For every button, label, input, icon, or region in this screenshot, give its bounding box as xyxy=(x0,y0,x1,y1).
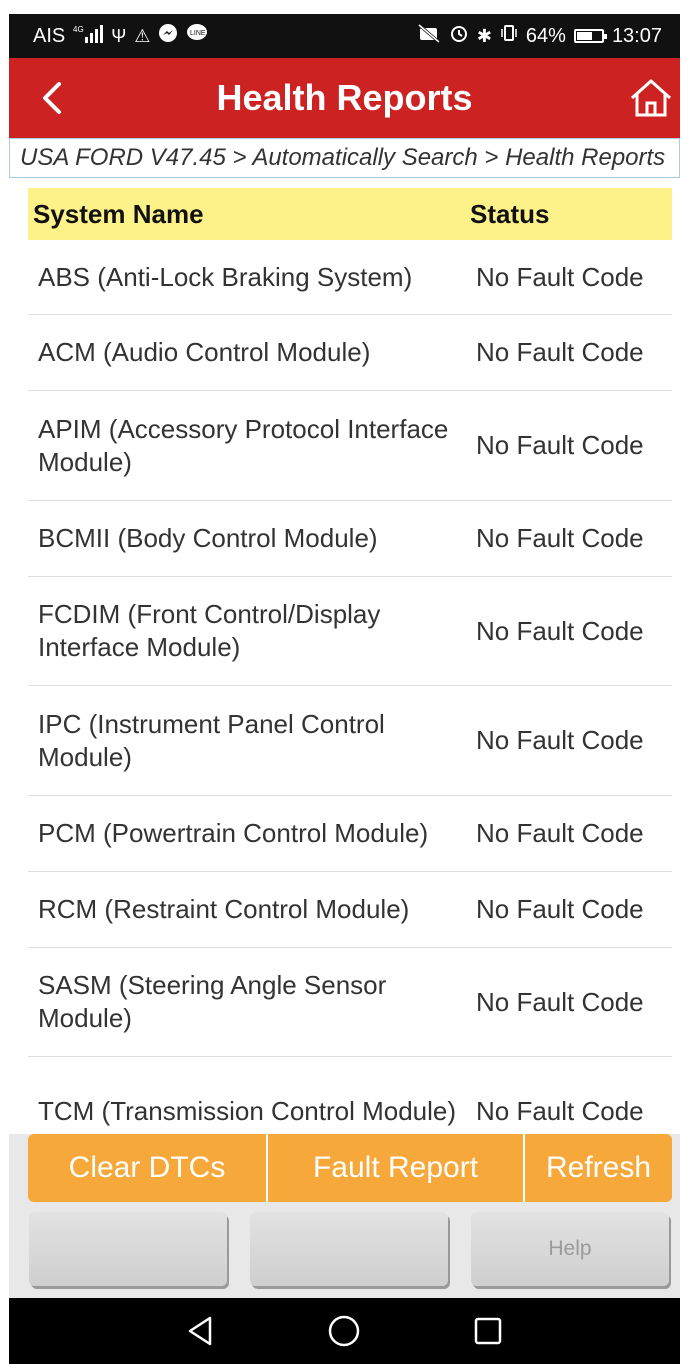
table-row[interactable]: ACM (Audio Control Module) No Fault Code xyxy=(28,315,672,391)
table-row[interactable]: TCM (Transmission Control Module) No Fau… xyxy=(28,1057,672,1134)
system-name: TCM (Transmission Control Module) xyxy=(38,1096,457,1126)
system-name: FCDIM (Front Control/Display Interface M… xyxy=(38,599,381,662)
back-triangle-icon xyxy=(188,1316,212,1346)
system-nav-bar xyxy=(9,1298,680,1364)
blank-button-2[interactable] xyxy=(250,1212,448,1286)
battery-percent: 64% xyxy=(525,24,566,47)
table-row[interactable]: PCM (Powertrain Control Module) No Fault… xyxy=(28,796,672,872)
action-bar: Clear DTCs Fault Report Refresh xyxy=(28,1134,672,1202)
mute-icon xyxy=(417,23,441,49)
table-row[interactable]: RCM (Restraint Control Module) No Fault … xyxy=(28,872,672,948)
carrier-label: AIS xyxy=(33,24,66,47)
system-status: No Fault Code xyxy=(476,818,644,848)
home-button[interactable] xyxy=(628,76,674,120)
system-list[interactable]: ABS (Anti-Lock Braking System) No Fault … xyxy=(28,240,672,1134)
signal-icon: 4G xyxy=(73,24,104,49)
alarm-icon xyxy=(449,23,469,49)
refresh-button[interactable]: Refresh xyxy=(525,1134,672,1202)
system-status: No Fault Code xyxy=(476,615,644,646)
help-button[interactable]: Help xyxy=(471,1212,669,1286)
action-area: Clear DTCs Fault Report Refresh Help xyxy=(9,1134,680,1298)
system-name: PCM (Powertrain Control Module) xyxy=(38,818,429,848)
nav-back-button[interactable] xyxy=(181,1311,221,1351)
battery-icon xyxy=(573,29,607,43)
table-row[interactable]: IPC (Instrument Panel Control Module) No… xyxy=(28,686,672,796)
clock: 13:07 xyxy=(611,24,662,47)
nav-home-button[interactable] xyxy=(324,1311,364,1351)
system-status: No Fault Code xyxy=(476,261,644,292)
back-arrow-icon xyxy=(43,82,61,114)
system-status: No Fault Code xyxy=(476,725,644,755)
status-bar: AIS 4G Ψ ⚠ LINE ✱ 64% 13:07 xyxy=(9,14,680,58)
fault-report-button[interactable]: Fault Report xyxy=(268,1134,525,1202)
system-status: No Fault Code xyxy=(476,986,644,1017)
table-row[interactable]: ABS (Anti-Lock Braking System) No Fault … xyxy=(28,240,672,315)
home-icon xyxy=(630,79,672,117)
breadcrumb: USA FORD V47.45 > Automatically Search >… xyxy=(9,138,680,178)
status-left: AIS 4G Ψ ⚠ LINE xyxy=(33,23,208,49)
page-title: Health Reports xyxy=(216,77,473,118)
home-circle-icon xyxy=(329,1315,360,1347)
vibrate-icon xyxy=(500,23,518,49)
svg-text:4G: 4G xyxy=(73,25,84,34)
system-name: ABS (Anti-Lock Braking System) xyxy=(38,261,413,292)
system-name: IPC (Instrument Panel Control Module) xyxy=(38,708,385,772)
app-bar: Health Reports xyxy=(9,58,680,138)
system-name: RCM (Restraint Control Module) xyxy=(38,894,410,924)
table-row[interactable]: SASM (Steering Angle Sensor Module) No F… xyxy=(28,948,672,1057)
system-status: No Fault Code xyxy=(476,523,644,553)
table-row[interactable]: APIM (Accessory Protocol Interface Modul… xyxy=(28,391,672,501)
column-status: Status xyxy=(470,198,550,229)
table-row[interactable]: BCMII (Body Control Module) No Fault Cod… xyxy=(28,501,672,577)
system-status: No Fault Code xyxy=(476,1096,644,1126)
bluetooth-icon: ✱ xyxy=(476,25,492,46)
system-name: APIM (Accessory Protocol Interface Modul… xyxy=(38,413,449,477)
screen: AIS 4G Ψ ⚠ LINE ✱ 64% 13:07 Health Repor… xyxy=(0,0,689,1364)
nav-recents-button[interactable] xyxy=(468,1311,508,1351)
svg-text:LINE: LINE xyxy=(190,30,206,37)
messenger-icon xyxy=(158,23,178,49)
table-row[interactable]: FCDIM (Front Control/Display Interface M… xyxy=(28,577,672,686)
table-header: System Name Status xyxy=(28,188,672,240)
battery-level xyxy=(576,32,593,40)
clear-dtcs-button[interactable]: Clear DTCs xyxy=(28,1134,268,1202)
line-icon: LINE xyxy=(186,23,208,49)
system-name: SASM (Steering Angle Sensor Module) xyxy=(38,970,387,1033)
usb-icon: Ψ xyxy=(111,25,127,46)
system-status: No Fault Code xyxy=(476,337,644,367)
column-system-name: System Name xyxy=(33,198,204,229)
blank-button-1[interactable] xyxy=(29,1212,227,1286)
system-status: No Fault Code xyxy=(476,894,644,924)
status-right: ✱ 64% 13:07 xyxy=(417,23,662,49)
back-button[interactable] xyxy=(33,78,73,118)
system-name: ACM (Audio Control Module) xyxy=(38,337,371,367)
system-status: No Fault Code xyxy=(476,430,644,460)
system-name: BCMII (Body Control Module) xyxy=(38,523,378,553)
warning-icon: ⚠ xyxy=(134,25,151,46)
recents-square-icon xyxy=(474,1317,502,1345)
